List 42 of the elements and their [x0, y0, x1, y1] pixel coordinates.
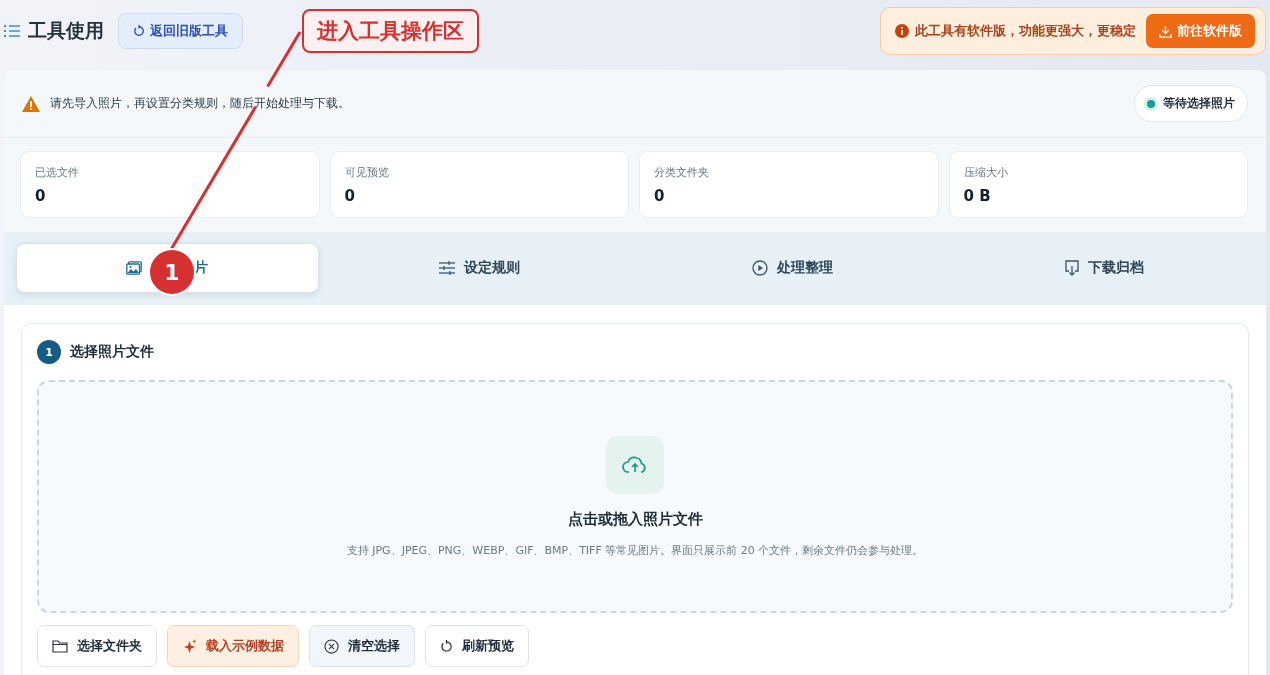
info-icon [895, 24, 909, 38]
action-button[interactable]: 刷新预览 [425, 625, 529, 667]
sparkle-icon [182, 638, 197, 654]
list-icon [4, 24, 20, 38]
back-button[interactable]: 返回旧版工具 [118, 13, 243, 49]
stat-value: 0 [344, 187, 356, 205]
step-number: 1 [37, 340, 61, 364]
drop-zone[interactable]: 点击或拖入照片文件 支持 JPG、JPEG、PNG、WEBP、GIF、BMP、TIFF 等常见图片。界面只展示前 20 个文件，剩余文件仍会参与处理。 [37, 380, 1233, 613]
tab[interactable]: 处理整理 [641, 243, 944, 293]
download-icon [1159, 24, 1172, 38]
stat-value: 0 [654, 187, 666, 205]
status-text: 等待选择照片 [1163, 95, 1235, 112]
play-icon [751, 260, 768, 276]
warning-icon [22, 95, 40, 112]
image-icon [126, 261, 143, 275]
action-button[interactable]: 清空选择 [309, 625, 415, 667]
promo-text: 此工具有软件版，功能更强大，更稳定 [915, 22, 1136, 40]
action-button[interactable]: 载入示例数据 [167, 625, 299, 667]
sliders-icon [439, 261, 456, 275]
stat-label: 分类文件夹 [654, 165, 710, 180]
action-button[interactable]: 选择文件夹 [37, 625, 157, 667]
drop-hint: 支持 JPG、JPEG、PNG、WEBP、GIF、BMP、TIFF 等常见图片。界面只展示前 20 个文件，剩余文件仍会参与处理。 [346, 543, 924, 558]
stat-value: 0 [35, 187, 47, 205]
page-title: 工具使用 [28, 18, 104, 43]
stat-label: 已选文件 [35, 165, 80, 180]
folder-icon [52, 639, 68, 653]
upload-cloud-icon [606, 436, 664, 494]
clear-icon [324, 638, 339, 654]
tab[interactable]: 下载归档 [953, 243, 1256, 293]
status-dot-icon [1147, 99, 1155, 108]
tab[interactable]: 设定规则 [328, 243, 631, 293]
stat-label: 压缩大小 [963, 165, 1009, 180]
refresh-icon [133, 25, 145, 37]
stat-value: 0 B [963, 187, 992, 205]
callout-label: 进入工具操作区 [302, 9, 479, 53]
notice-text: 请先导入照片，再设置分类规则，随后开始处理与下载。 [50, 95, 350, 112]
refresh-icon [440, 639, 453, 653]
step-marker: 1 [150, 250, 194, 294]
download-icon [1065, 260, 1080, 276]
stat-label: 可见预览 [344, 165, 390, 180]
section-title: 选择照片文件 [70, 343, 154, 361]
drop-title: 点击或拖入照片文件 [567, 510, 703, 529]
